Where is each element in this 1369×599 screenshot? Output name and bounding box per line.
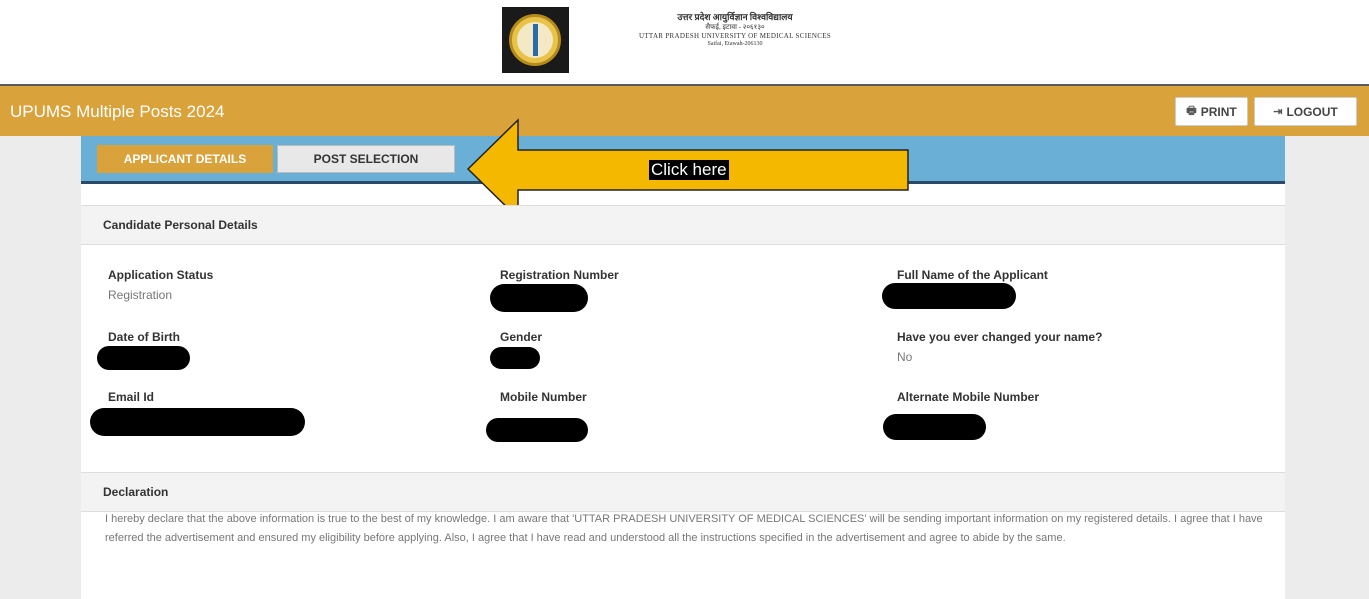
name-changed-value: No	[897, 350, 913, 364]
tab-post-selection[interactable]: POST SELECTION	[277, 145, 455, 173]
logout-button[interactable]: ⇥ LOGOUT	[1254, 97, 1357, 126]
alternate-mobile-field: Alternate Mobile Number	[897, 390, 1039, 410]
click-here-label: Click here	[649, 160, 729, 180]
email-field: Email Id	[108, 390, 154, 410]
logo-strip: उत्तर प्रदेश आयुर्विज्ञान विश्वविद्यालय …	[0, 0, 1369, 82]
tab-applicant-details[interactable]: APPLICANT DETAILS	[97, 145, 273, 173]
application-status-field: Application Status Registration	[108, 268, 213, 302]
redacted-gender	[490, 347, 540, 369]
university-name-hindi: उत्तर प्रदेश आयुर्विज्ञान विश्वविद्यालय	[677, 12, 793, 22]
personal-details-heading: Candidate Personal Details	[81, 205, 1285, 245]
redacted-email	[90, 408, 305, 436]
application-status-label: Application Status	[108, 268, 214, 282]
name-changed-field: Have you ever changed your name? No	[897, 330, 1102, 364]
registration-number-label: Registration Number	[500, 268, 619, 282]
date-of-birth-label: Date of Birth	[108, 330, 180, 344]
application-status-value: Registration	[108, 288, 173, 302]
printer-icon: 🖶	[1186, 105, 1197, 117]
mobile-number-field: Mobile Number	[500, 390, 587, 410]
name-changed-label: Have you ever changed your name?	[897, 330, 1103, 344]
university-emblem-icon	[502, 7, 569, 73]
redacted-full-name	[882, 283, 1016, 309]
sign-out-icon: ⇥	[1273, 106, 1283, 118]
declaration-text: I hereby declare that the above informat…	[105, 513, 1263, 544]
full-name-label: Full Name of the Applicant	[897, 268, 1048, 282]
gender-label: Gender	[500, 330, 543, 344]
print-label: PRINT	[1200, 104, 1237, 119]
email-label: Email Id	[108, 390, 155, 404]
university-address-hindi: सैफई, इटावा - २०६१३०	[705, 23, 765, 32]
redacted-mobile-number	[486, 418, 588, 442]
university-address-english: Saifai, Etawah-206130	[707, 40, 763, 47]
print-button[interactable]: 🖶 PRINT	[1175, 97, 1248, 126]
app-title: UPUMS Multiple Posts 2024	[10, 102, 225, 121]
university-name-english: UTTAR PRADESH UNIVERSITY OF MEDICAL SCIE…	[639, 32, 831, 40]
mobile-number-label: Mobile Number	[500, 390, 587, 404]
redacted-date-of-birth	[97, 346, 190, 370]
redacted-alternate-mobile	[883, 414, 986, 440]
redacted-registration-number	[490, 284, 588, 312]
logout-label: LOGOUT	[1286, 104, 1338, 119]
university-name: उत्तर प्रदेश आयुर्विज्ञान विश्वविद्यालय …	[590, 12, 880, 48]
alternate-mobile-label: Alternate Mobile Number	[897, 390, 1040, 404]
declaration-heading: Declaration	[81, 472, 1285, 512]
